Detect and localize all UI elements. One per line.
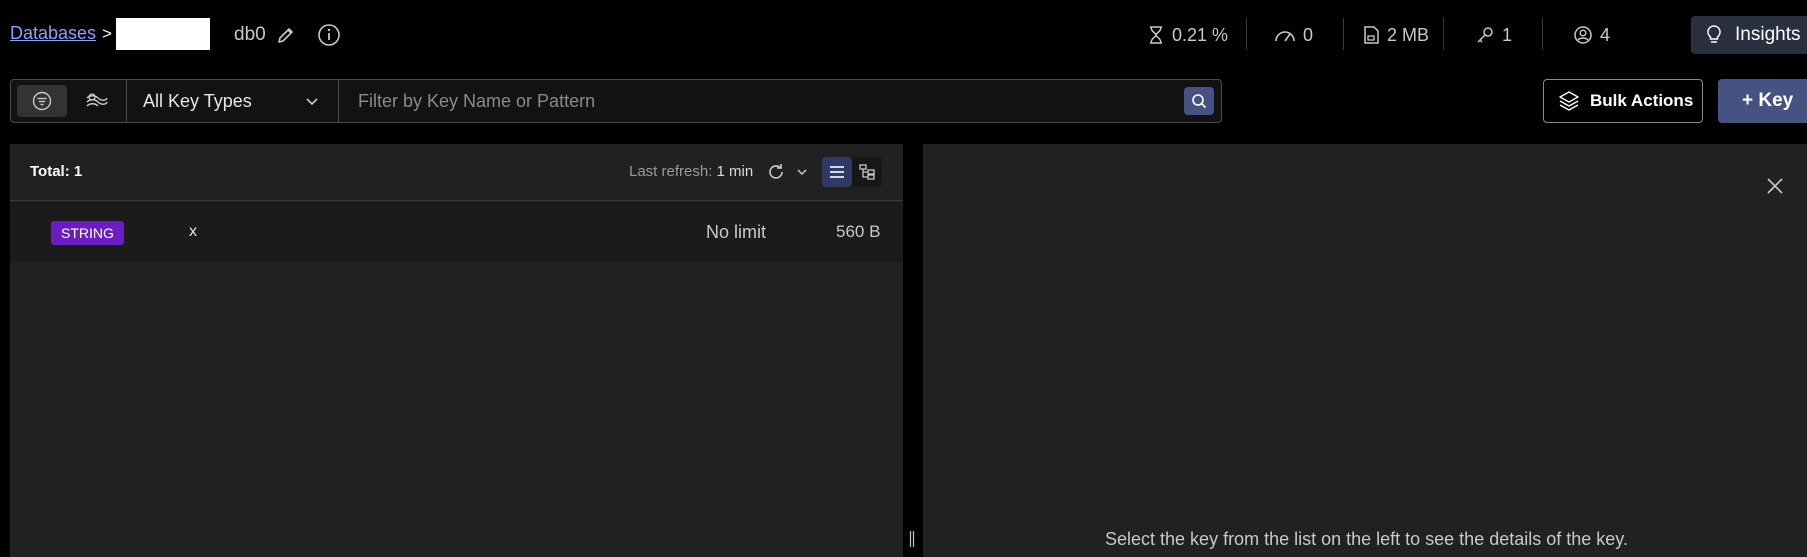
key-search-input[interactable]: Filter by Key Name or Pattern bbox=[358, 91, 595, 112]
lightbulb-icon bbox=[1705, 24, 1723, 46]
view-mode-toggle bbox=[822, 157, 882, 187]
cpu-stat: 0.21 % bbox=[1147, 23, 1228, 47]
info-icon[interactable] bbox=[317, 23, 341, 47]
top-bar: Databases > db0 0.21 % 0 2 MB 1 4 Insigh… bbox=[0, 0, 1807, 70]
panel-resize-handle[interactable] bbox=[909, 530, 915, 548]
key-list-header: Total: 1 Last refresh: 1 min bbox=[10, 144, 903, 201]
breadcrumb-redacted-database[interactable] bbox=[116, 18, 210, 50]
insights-label: Insights bbox=[1735, 24, 1801, 45]
clients-value: 4 bbox=[1600, 24, 1611, 45]
ops-value: 0 bbox=[1303, 24, 1314, 45]
chevron-down-icon[interactable] bbox=[305, 94, 319, 108]
keys-stat: 1 bbox=[1475, 23, 1512, 47]
auto-refresh-chevron-down-icon[interactable] bbox=[796, 166, 808, 178]
layers-icon bbox=[1558, 90, 1580, 112]
close-icon[interactable] bbox=[1766, 177, 1784, 195]
key-name: x bbox=[189, 223, 197, 240]
key-ttl: No limit bbox=[706, 222, 767, 242]
add-key-button[interactable]: + Key bbox=[1718, 79, 1807, 123]
insights-button[interactable]: Insights bbox=[1691, 16, 1807, 54]
last-refresh-label: Last refresh: bbox=[629, 163, 717, 180]
total-keys-count: Total: 1 bbox=[30, 163, 83, 180]
key-list-row[interactable]: STRING x No limit 560 B bbox=[10, 202, 903, 262]
stat-divider bbox=[1542, 18, 1543, 50]
key-details-panel: Select the key from the list on the left… bbox=[923, 144, 1807, 557]
bulk-actions-label: Bulk Actions bbox=[1590, 91, 1694, 110]
search-by-values-toggle[interactable] bbox=[71, 85, 121, 117]
filter-by-type-toggle[interactable] bbox=[17, 85, 67, 117]
filter-divider bbox=[338, 80, 339, 122]
memory-card-icon bbox=[1362, 25, 1380, 45]
cpu-value: 0.21 % bbox=[1172, 24, 1229, 45]
last-refresh-value: 1 min bbox=[716, 163, 754, 180]
edit-pencil-icon[interactable] bbox=[276, 25, 296, 45]
ops-stat: 0 bbox=[1274, 23, 1313, 47]
last-refresh-text: Last refresh: 1 min bbox=[629, 163, 753, 180]
search-button[interactable] bbox=[1184, 87, 1214, 115]
key-icon bbox=[1475, 25, 1495, 45]
memory-stat: 2 MB bbox=[1362, 23, 1429, 47]
key-list-panel: Total: 1 Last refresh: 1 min STRING x No… bbox=[10, 144, 903, 557]
key-size: 560 B bbox=[836, 222, 881, 241]
breadcrumb-separator: > bbox=[102, 24, 112, 43]
filter-divider bbox=[126, 80, 127, 122]
memory-value: 2 MB bbox=[1387, 24, 1430, 45]
key-type-badge: STRING bbox=[51, 221, 124, 245]
database-index-label: db0 bbox=[234, 24, 266, 45]
empty-details-message: Select the key from the list on the left… bbox=[1105, 529, 1628, 549]
filter-bar: All Key Types Filter by Key Name or Patt… bbox=[10, 79, 1222, 123]
user-circle-icon bbox=[1573, 25, 1593, 45]
stat-divider bbox=[1343, 18, 1344, 50]
stat-divider bbox=[1246, 18, 1247, 50]
keys-value: 1 bbox=[1502, 24, 1513, 45]
list-view-button[interactable] bbox=[822, 157, 852, 187]
stat-divider bbox=[1443, 18, 1444, 50]
breadcrumb-databases-link[interactable]: Databases bbox=[10, 23, 96, 44]
cpu-hourglass-icon bbox=[1147, 25, 1165, 45]
tree-view-button[interactable] bbox=[852, 157, 882, 187]
clients-stat: 4 bbox=[1573, 23, 1610, 47]
refresh-icon[interactable] bbox=[766, 162, 786, 182]
key-type-select[interactable]: All Key Types bbox=[143, 91, 252, 112]
speedometer-icon bbox=[1274, 27, 1296, 43]
bulk-actions-button[interactable]: Bulk Actions bbox=[1543, 79, 1703, 123]
